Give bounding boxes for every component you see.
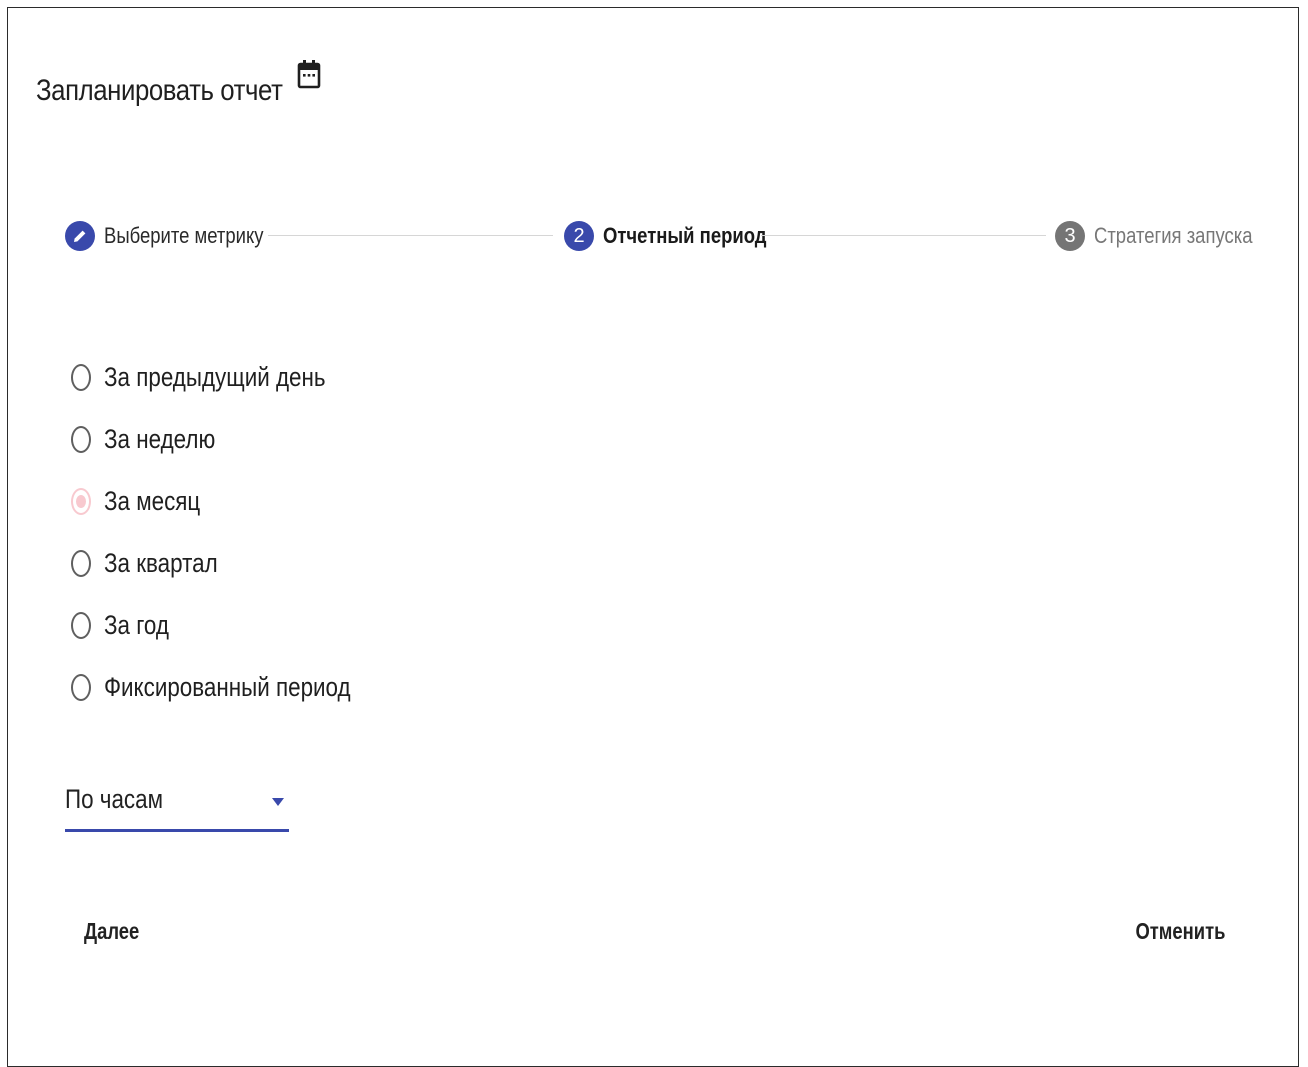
dialog-header: Запланировать отчет xyxy=(36,60,323,108)
granularity-select[interactable]: По часам xyxy=(65,778,289,832)
pencil-icon xyxy=(74,230,86,242)
step-number-badge: 2 xyxy=(564,221,594,251)
radio-option-fixed-period[interactable]: Фиксированный период xyxy=(70,656,401,718)
radio-label: За неделю xyxy=(104,423,216,454)
radio-label: За месяц xyxy=(104,485,201,516)
radio-option-month[interactable]: За месяц xyxy=(70,470,401,532)
dialog-title: Запланировать отчет xyxy=(36,74,283,107)
step-label: Выберите метрику xyxy=(104,223,264,248)
stepper: Выберите метрику 2 Отчетный период 3 Стр… xyxy=(8,208,1300,264)
radio-option-week[interactable]: За неделю xyxy=(70,408,401,470)
radio-option-previous-day[interactable]: За предыдущий день xyxy=(70,346,401,408)
radio-label: За год xyxy=(104,609,169,640)
step-done-indicator xyxy=(65,221,95,251)
step-number-badge: 3 xyxy=(1055,221,1085,251)
radio-button[interactable] xyxy=(71,363,91,391)
radio-label: За предыдущий день xyxy=(104,361,326,392)
radio-button[interactable] xyxy=(71,425,91,453)
step-label: Отчетный период xyxy=(603,223,767,248)
step-connector xyxy=(268,235,553,236)
cancel-button[interactable]: Отменить xyxy=(1135,918,1225,945)
period-radio-group: За предыдущий день За неделю За месяц За… xyxy=(70,346,401,718)
select-value: По часам xyxy=(65,784,164,814)
step-connector xyxy=(761,235,1046,236)
step-launch-strategy[interactable]: 3 Стратегия запуска xyxy=(1055,212,1283,260)
radio-option-year[interactable]: За год xyxy=(70,594,401,656)
radio-label: За квартал xyxy=(104,547,218,578)
next-button[interactable]: Далее xyxy=(84,918,139,945)
step-label: Стратегия запуска xyxy=(1094,223,1253,248)
radio-option-quarter[interactable]: За квартал xyxy=(70,532,401,594)
dropdown-arrow-icon[interactable] xyxy=(272,798,284,806)
radio-label: Фиксированный период xyxy=(104,671,351,702)
radio-button-checked[interactable] xyxy=(71,487,91,515)
step-select-metric[interactable]: Выберите метрику xyxy=(65,212,294,260)
radio-button[interactable] xyxy=(71,673,91,701)
calendar-icon xyxy=(297,60,321,89)
schedule-report-dialog: Запланировать отчет Выберите метрику 2 О… xyxy=(7,7,1299,1067)
step-reporting-period[interactable]: 2 Отчетный период xyxy=(564,212,798,260)
radio-button[interactable] xyxy=(71,611,91,639)
radio-button[interactable] xyxy=(71,549,91,577)
